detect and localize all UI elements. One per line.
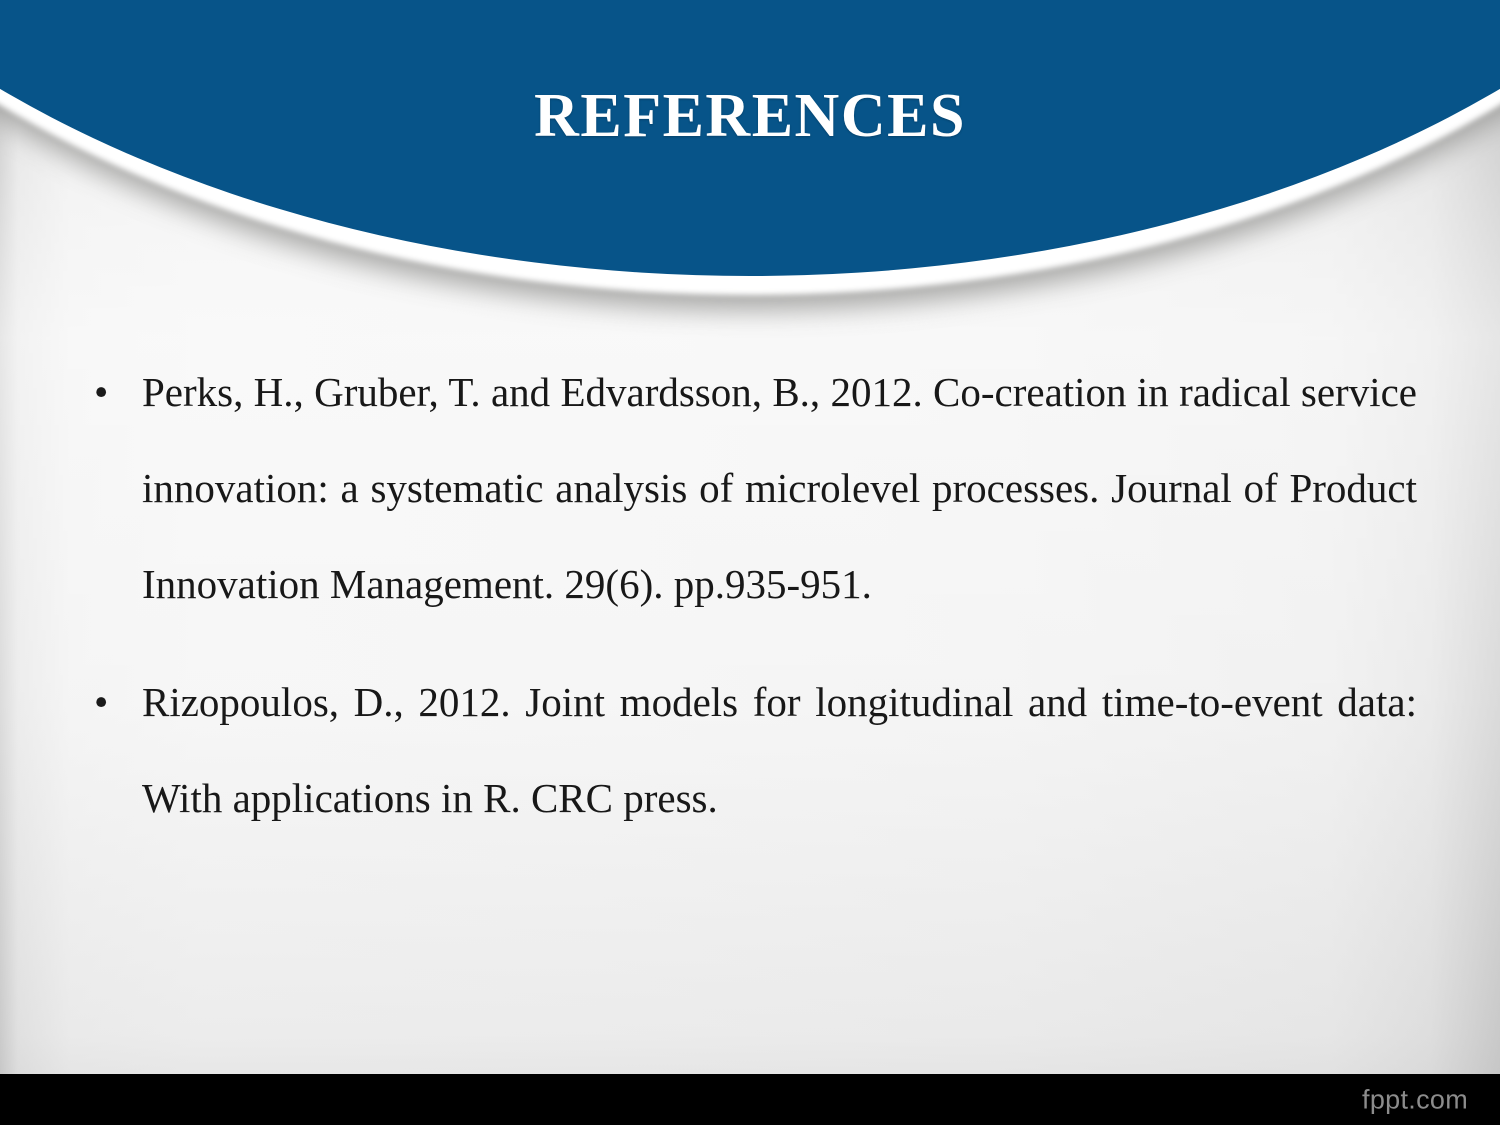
bullet-icon: • [94, 369, 109, 415]
bullet-icon: • [94, 679, 109, 725]
watermark-label: fppt.com [1362, 1084, 1468, 1114]
presentation-slide: REFERENCES • Perks, H., Gruber, T. and E… [0, 0, 1500, 1125]
list-item: • Perks, H., Gruber, T. and Edvardsson, … [80, 344, 1417, 632]
reference-entry-text: Perks, H., Gruber, T. and Edvardsson, B.… [142, 369, 1417, 607]
list-item: • Rizopoulos, D., 2012. Joint models for… [80, 654, 1417, 846]
reference-entry-text: Rizopoulos, D., 2012. Joint models for l… [142, 679, 1417, 821]
footer-bar: fppt.com [0, 1074, 1500, 1125]
references-list: • Perks, H., Gruber, T. and Edvardsson, … [80, 344, 1417, 868]
